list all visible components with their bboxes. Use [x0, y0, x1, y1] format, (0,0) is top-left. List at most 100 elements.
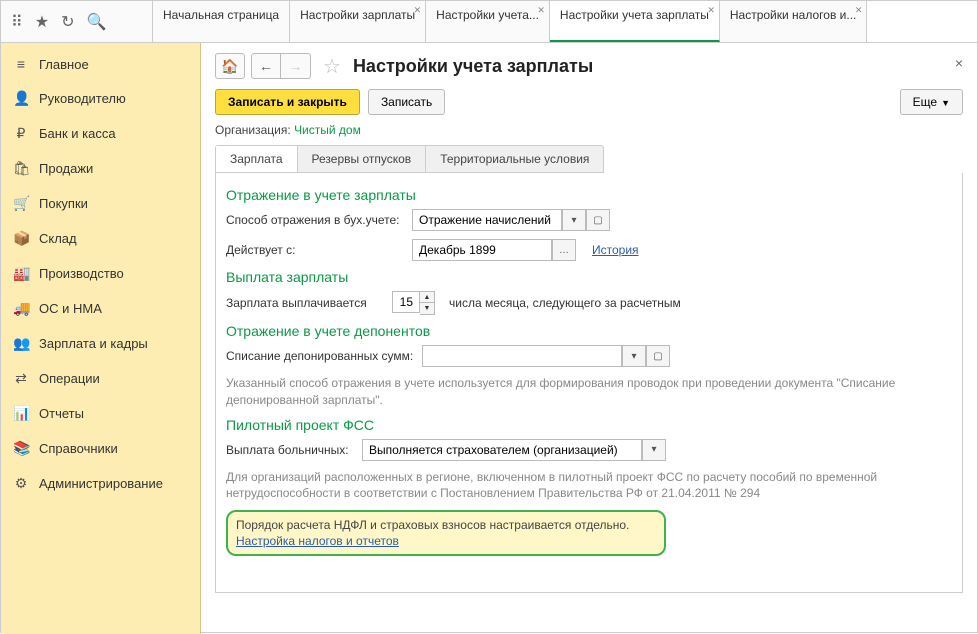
home-button[interactable]: 🏠: [215, 53, 245, 79]
save-close-button[interactable]: Записать и закрыть: [215, 89, 360, 115]
sidebar-item[interactable]: 🚚 ОС и НМА: [1, 291, 200, 326]
sidebar-item[interactable]: ₽ Банк и касса: [1, 116, 200, 151]
payday-input[interactable]: [392, 291, 420, 313]
sidebar-icon: 📚: [13, 440, 29, 457]
open-ref-icon[interactable]: ▢: [646, 345, 670, 367]
tax-settings-link[interactable]: Настройка налогов и отчетов: [236, 534, 399, 548]
sidebar-label: Операции: [39, 371, 100, 386]
deposit-writeoff-label: Списание депонированных сумм:: [226, 349, 416, 363]
inner-tab[interactable]: Территориальные условия: [426, 146, 603, 172]
forward-button[interactable]: →: [281, 53, 311, 79]
tab-close-icon[interactable]: ✕: [537, 5, 545, 16]
deposit-writeoff-input[interactable]: [422, 345, 622, 367]
sidebar-icon: 🏭: [13, 265, 29, 282]
sidebar-label: Администрирование: [39, 476, 163, 491]
sidebar-label: Справочники: [39, 441, 118, 456]
deposit-help-text: Указанный способ отражения в учете испол…: [226, 375, 952, 409]
form-area: Отражение в учете зарплаты Способ отраже…: [215, 173, 963, 593]
payday-label-a: Зарплата выплачивается: [226, 296, 386, 310]
sidebar-icon: 🚚: [13, 300, 29, 317]
top-tab[interactable]: Настройки зарплаты✕: [290, 1, 426, 42]
tab-bar: Начальная страницаНастройки зарплаты✕Нас…: [153, 1, 977, 42]
sidebar-label: ОС и НМА: [39, 301, 102, 316]
section-title-3: Отражение в учете депонентов: [226, 323, 952, 339]
dropdown-icon[interactable]: ▾: [642, 439, 666, 461]
sidebar-item[interactable]: ≡ Главное: [1, 47, 200, 81]
highlight-box: Порядок расчета НДФЛ и страховых взносов…: [226, 510, 666, 556]
sidebar-label: Отчеты: [39, 406, 84, 421]
star-icon[interactable]: ★: [35, 12, 49, 32]
sidebar-label: Главное: [39, 57, 89, 72]
sickpay-select[interactable]: [362, 439, 642, 461]
tab-close-icon[interactable]: ✕: [707, 5, 715, 16]
sidebar-icon: 👤: [13, 90, 29, 107]
sidebar-item[interactable]: 🛒 Покупки: [1, 186, 200, 221]
top-tab[interactable]: Настройки налогов и...✕: [720, 1, 868, 42]
inner-tab[interactable]: Резервы отпусков: [298, 146, 427, 172]
sidebar-icon: ⚙: [13, 475, 29, 492]
sidebar-icon: ⇄: [13, 370, 29, 387]
sidebar-icon: 🛍: [13, 160, 29, 177]
tab-close-icon[interactable]: ✕: [855, 5, 863, 16]
sidebar-item[interactable]: ⚙ Администрирование: [1, 466, 200, 501]
tab-close-icon[interactable]: ✕: [414, 5, 422, 16]
history-link[interactable]: История: [592, 243, 639, 257]
sidebar-item[interactable]: 👥 Зарплата и кадры: [1, 326, 200, 361]
sidebar-icon: 👥: [13, 335, 29, 352]
reflect-method-input[interactable]: [412, 209, 562, 231]
top-tab[interactable]: Настройки учета...✕: [426, 1, 550, 42]
dropdown-icon[interactable]: ▾: [562, 209, 586, 231]
ellipsis-icon[interactable]: …: [552, 239, 576, 261]
sidebar-icon: ≡: [13, 56, 29, 72]
section-title-2: Выплата зарплаты: [226, 269, 952, 285]
more-button[interactable]: Еще▼: [900, 89, 963, 115]
sidebar-label: Руководителю: [39, 91, 126, 106]
org-value: Чистый дом: [294, 123, 361, 137]
sidebar-label: Производство: [39, 266, 124, 281]
sidebar-label: Зарплата и кадры: [39, 336, 148, 351]
payday-label-b: числа месяца, следующего за расчетным: [449, 296, 681, 310]
org-label: Организация:: [215, 123, 291, 137]
sickpay-label: Выплата больничных:: [226, 443, 356, 457]
sidebar-item[interactable]: 👤 Руководителю: [1, 81, 200, 116]
section-title-4: Пилотный проект ФСС: [226, 417, 952, 433]
sidebar-icon: ₽: [13, 125, 29, 142]
org-line: Организация: Чистый дом: [215, 123, 963, 137]
history-icon[interactable]: ↻: [61, 12, 74, 32]
valid-from-label: Действует с:: [226, 243, 406, 257]
page-title: Настройки учета зарплаты: [353, 56, 593, 77]
sidebar-icon: 📊: [13, 405, 29, 422]
sidebar-item[interactable]: 📚 Справочники: [1, 431, 200, 466]
save-button[interactable]: Записать: [368, 89, 445, 115]
back-button[interactable]: ←: [251, 53, 281, 79]
sidebar-item[interactable]: 🏭 Производство: [1, 256, 200, 291]
sidebar-item[interactable]: 📊 Отчеты: [1, 396, 200, 431]
sidebar-label: Покупки: [39, 196, 88, 211]
valid-from-input[interactable]: [412, 239, 552, 261]
top-icon-bar: ⠿ ★ ↻ 🔍: [1, 1, 153, 42]
sidebar-icon: 📦: [13, 230, 29, 247]
top-tab[interactable]: Начальная страница: [153, 1, 290, 42]
spinner[interactable]: ▲▼: [420, 291, 435, 315]
open-ref-icon[interactable]: ▢: [586, 209, 610, 231]
sidebar-label: Банк и касса: [39, 126, 116, 141]
search-icon[interactable]: 🔍: [86, 12, 106, 32]
fss-help-text: Для организаций расположенных в регионе,…: [226, 469, 952, 503]
favorite-star-icon[interactable]: ☆: [323, 54, 341, 79]
dropdown-icon[interactable]: ▾: [622, 345, 646, 367]
top-tab[interactable]: Настройки учета зарплаты✕: [550, 1, 720, 42]
apps-icon[interactable]: ⠿: [11, 12, 23, 32]
sidebar-item[interactable]: 🛍 Продажи: [1, 151, 200, 186]
sidebar: ≡ Главное 👤 Руководителю ₽ Банк и касса 🛍 Прода…: [1, 43, 201, 634]
inner-tab[interactable]: Зарплата: [216, 146, 298, 172]
inner-tabs: ЗарплатаРезервы отпусковТерриториальные …: [215, 145, 604, 173]
highlight-text: Порядок расчета НДФЛ и страховых взносов…: [236, 518, 656, 532]
sidebar-item[interactable]: 📦Склад: [1, 221, 200, 256]
sidebar-label: Продажи: [39, 161, 93, 176]
sidebar-icon: 🛒: [13, 195, 29, 212]
close-icon[interactable]: ×: [955, 55, 963, 71]
section-title-1: Отражение в учете зарплаты: [226, 187, 952, 203]
sidebar-item[interactable]: ⇄ Операции: [1, 361, 200, 396]
reflect-method-label: Способ отражения в бух.учете:: [226, 213, 406, 227]
content-area: × 🏠 ← → ☆ Настройки учета зарплаты Запис…: [201, 43, 977, 634]
